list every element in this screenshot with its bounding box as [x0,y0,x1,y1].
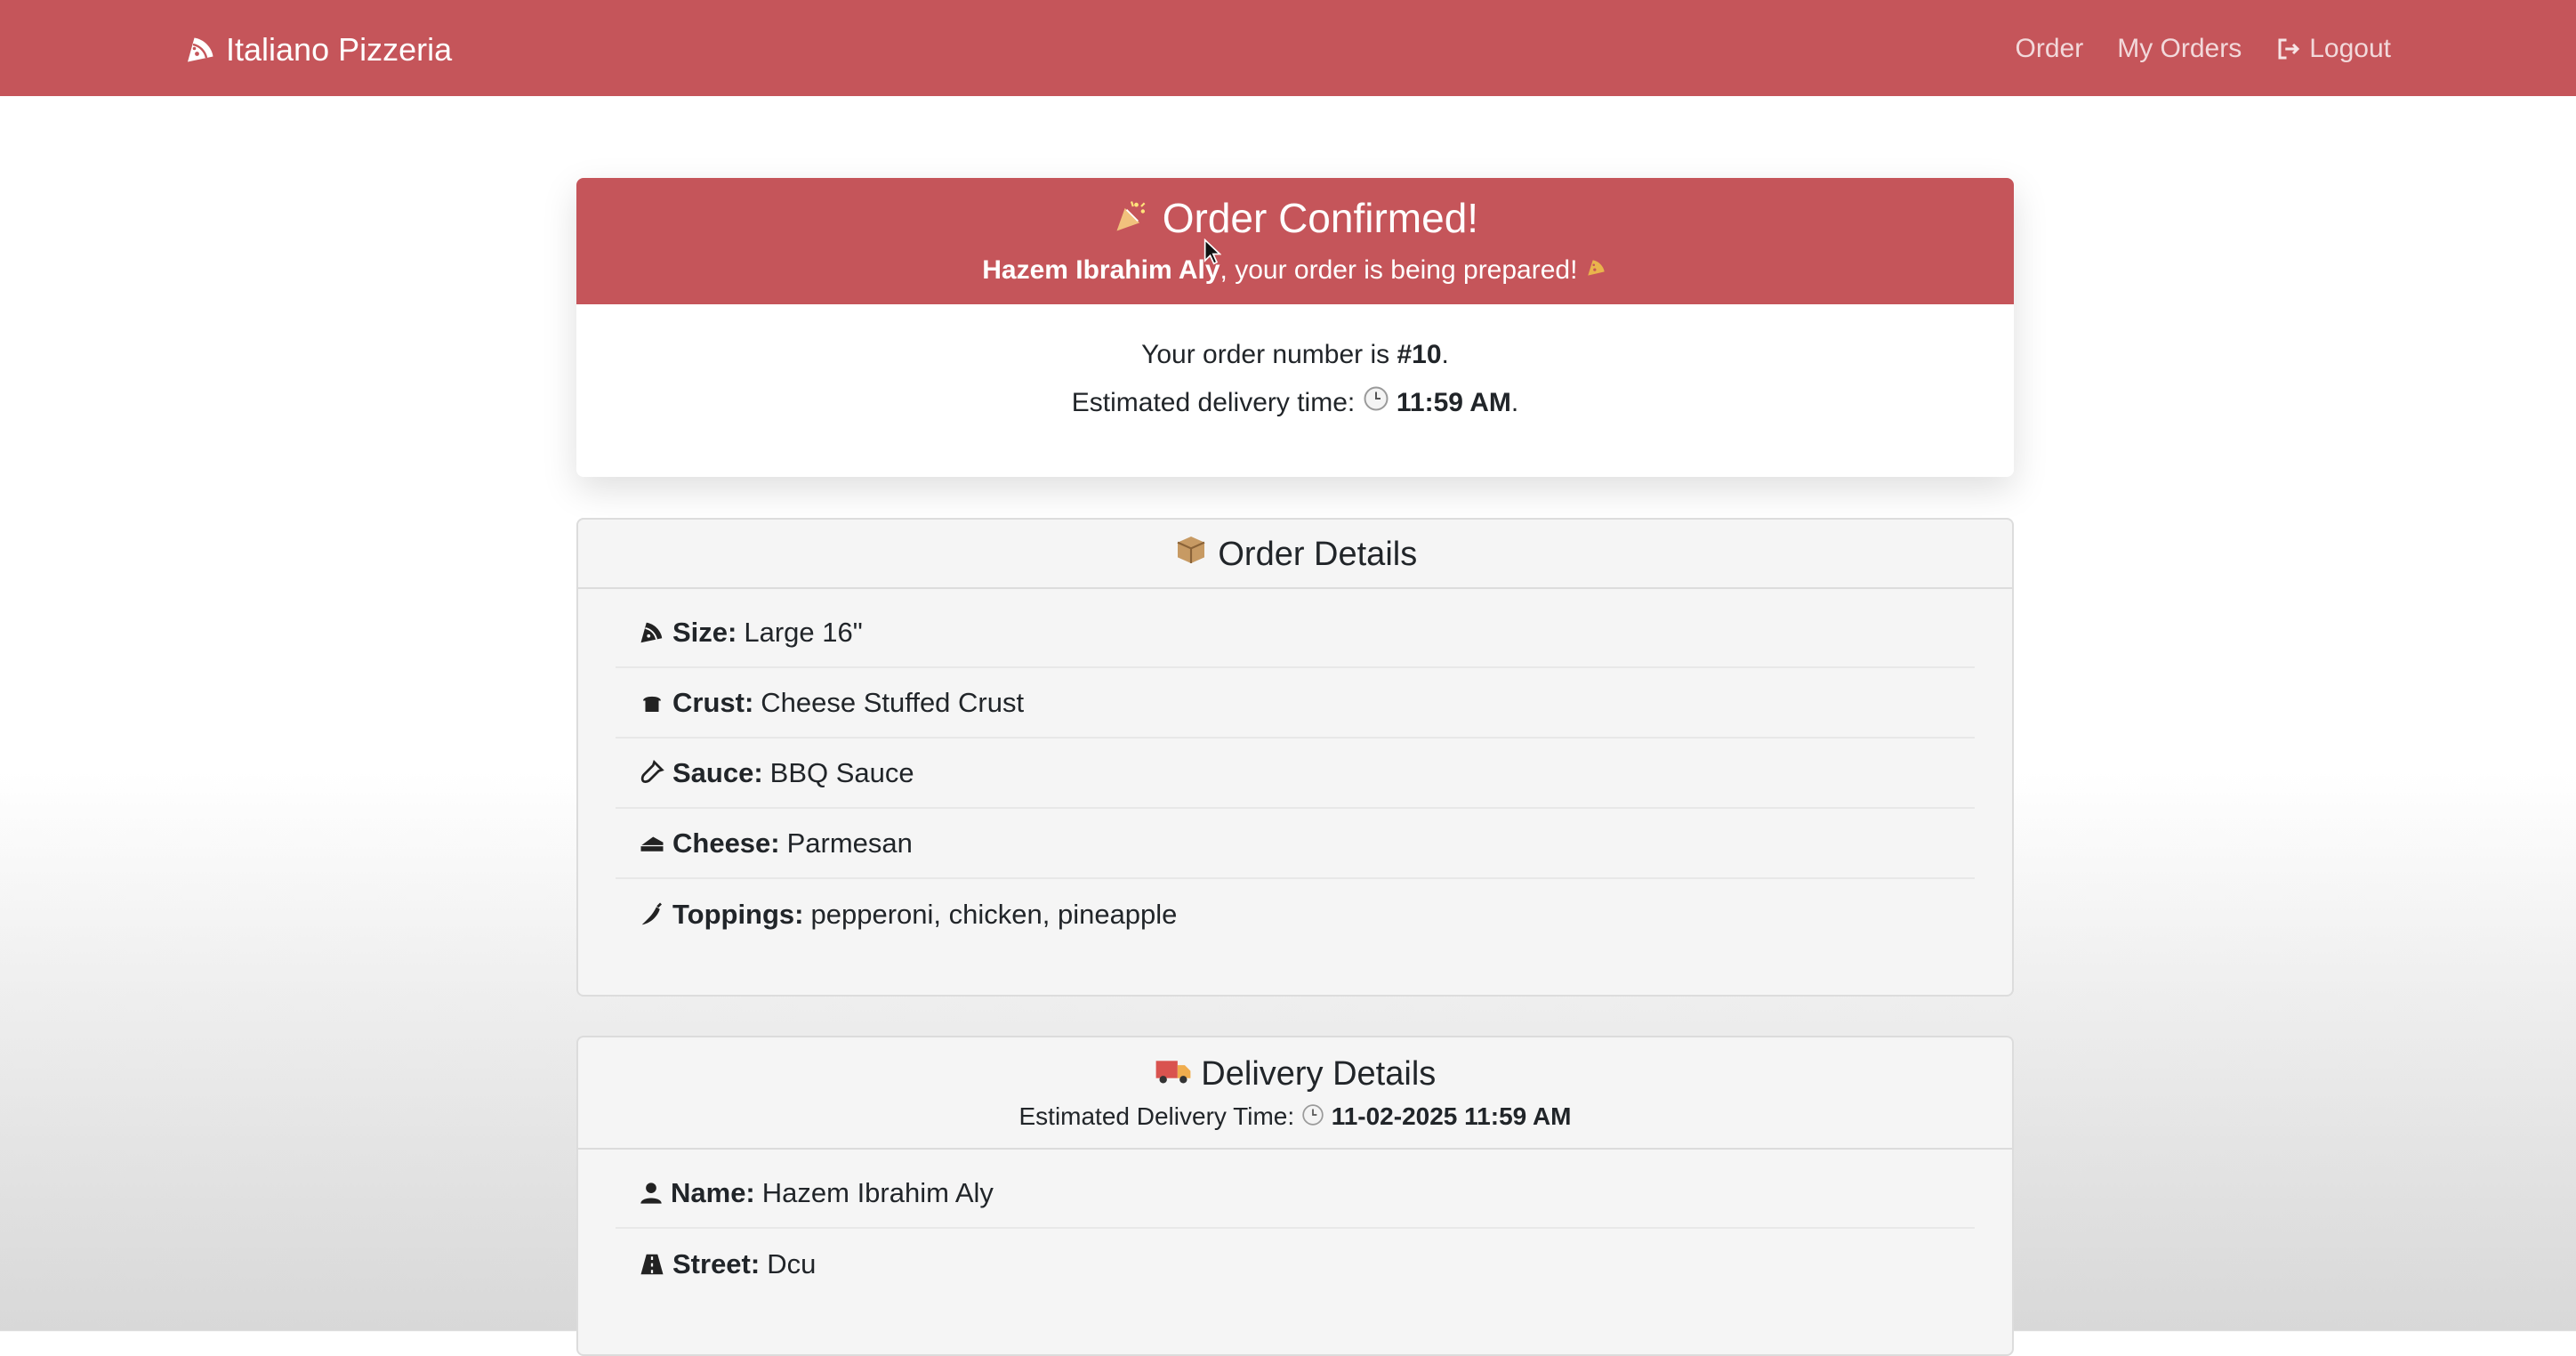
street-label: Street: [672,1247,761,1279]
order-number: #10 [1397,340,1442,369]
sauce-value: BBQ Sauce [769,756,914,788]
order-details-list: Size: Large 16" Crust: Cheese Stuffed Cr… [616,589,1975,949]
order-details-card: Order Details Size: Large 16" Crust: Che… [576,518,2014,997]
cheese-value: Parmesan [786,827,913,859]
confirmation-title: Order Confirmed! [576,192,2014,247]
delivery-truck-icon [1155,1052,1192,1099]
confirmation-subtitle: Hazem Ibrahim Aly, your order is being p… [576,253,2014,289]
confirmation-header: Order Confirmed! Hazem Ibrahim Aly, your… [576,178,2014,304]
road-icon [639,1251,665,1278]
pizza-icon [1585,254,1608,289]
bread-icon [639,690,665,716]
logout-icon [2275,36,2302,62]
delivery-details-header: Delivery Details Estimated Delivery Time… [578,1037,2012,1150]
size-value: Large 16" [744,616,863,648]
sauce-label: Sauce: [672,756,763,788]
delivery-time-prefix: Estimated delivery time: [1071,388,1363,417]
order-number-line: Your order number is #10. [576,331,2014,379]
order-confirmation-card: Order Confirmed! Hazem Ibrahim Aly, your… [576,178,2014,477]
estimated-delivery-value: 11-02-2025 11:59 AM [1331,1102,1572,1131]
estimated-delivery-time: Estimated Delivery Time: 11-02-2025 11:5… [578,1099,2012,1136]
delivery-detail-name: Name: Hazem Ibrahim Aly [616,1158,1975,1229]
nav-logout-link[interactable]: Logout [2275,30,2391,68]
pepper-icon [639,901,665,928]
order-number-prefix: Your order number is [1141,340,1397,369]
size-label: Size: [672,616,737,648]
order-details-title: Order Details [578,532,2012,579]
clock-icon [1301,1101,1324,1136]
package-icon [1173,532,1209,579]
order-details-title-text: Order Details [1218,536,1418,573]
brand[interactable]: Italiano Pizzeria [185,28,452,71]
nav-my-orders-label: My Orders [2117,34,2242,63]
street-value: Dcu [767,1247,817,1279]
estimated-delivery-label: Estimated Delivery Time: [1018,1102,1301,1131]
user-icon [639,1180,664,1207]
cheese-label: Cheese: [672,827,780,859]
navbar: Italiano Pizzeria Order My Orders Logout [0,0,2576,96]
nav-links: Order My Orders Logout [2016,30,2391,68]
order-details-header: Order Details [578,520,2012,589]
clock-icon [1363,380,1389,428]
confirmation-title-text: Order Confirmed! [1162,195,1479,241]
crust-label: Crust: [672,686,754,718]
delivery-time: 11:59 AM [1396,388,1511,417]
order-detail-sauce: Sauce: BBQ Sauce [616,739,1975,809]
toppings-value: pepperoni, chicken, pineapple [810,898,1178,930]
sauce-bottle-icon [639,759,665,787]
order-detail-crust: Crust: Cheese Stuffed Crust [616,668,1975,739]
mouse-cursor-icon [1203,238,1222,270]
order-detail-toppings: Toppings: pepperoni, chicken, pineapple [616,879,1975,949]
name-value: Hazem Ibrahim Aly [761,1176,994,1208]
nav-order-label: Order [2015,34,2084,63]
customer-name: Hazem Ibrahim Aly [982,254,1220,285]
confirmation-body: Your order number is #10. Estimated deli… [576,304,2014,428]
delivery-details-title-text: Delivery Details [1201,1055,1437,1093]
toppings-label: Toppings: [672,898,804,930]
order-detail-size: Size: Large 16" [616,598,1975,668]
nav-logout-label: Logout [2309,34,2391,63]
pizza-slice-icon [639,619,665,646]
crust-value: Cheese Stuffed Crust [761,686,1025,718]
cheese-icon [639,830,665,857]
delivery-details-title: Delivery Details [578,1052,2012,1099]
delivery-time-period: . [1510,388,1519,417]
delivery-details-card: Delivery Details Estimated Delivery Time… [576,1036,2014,1356]
nav-order-link[interactable]: Order [2016,30,2084,68]
name-label: Name: [671,1176,755,1208]
brand-name: Italiano Pizzeria [226,31,453,68]
nav-my-orders-link[interactable]: My Orders [2117,30,2242,68]
subtitle-text: , your order is being prepared! [1220,254,1578,285]
party-popper-icon [1112,196,1151,247]
order-number-period: . [1441,340,1449,369]
delivery-detail-street: Street: Dcu [616,1229,1975,1299]
delivery-time-line: Estimated delivery time: 11:59 AM. [576,379,2014,428]
order-detail-cheese: Cheese: Parmesan [616,809,1975,879]
pizza-slice-icon [185,34,217,66]
delivery-details-list: Name: Hazem Ibrahim Aly Street: Dcu [616,1150,1975,1299]
